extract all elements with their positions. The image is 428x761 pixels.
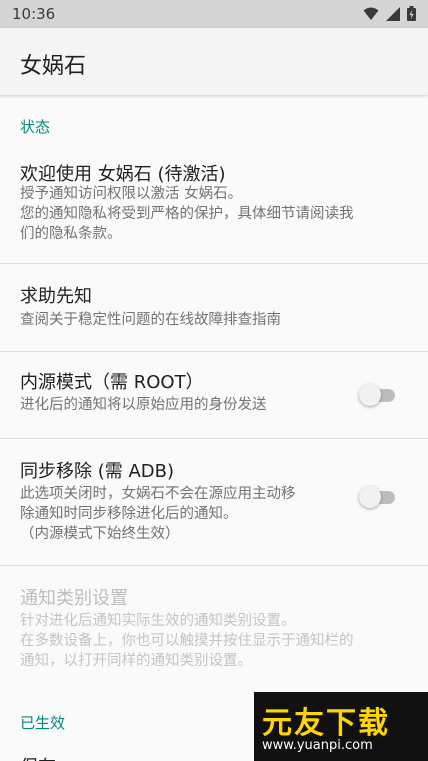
switch-thumb (359, 384, 381, 406)
pref-welcome-title: 欢迎使用 女娲石 (待激活) (20, 164, 226, 185)
pref-welcome-summary: 授予通知访问权限以激活 女娲石。 您的通知隐私将受到严格的保护，具体细节请阅读我… (20, 184, 398, 244)
category-active: 已生效 (20, 714, 66, 732)
summary-line: 除通知时同步移除进化后的通知。 (20, 506, 238, 522)
pref-channel-settings-title: 通知类别设置 (20, 588, 128, 609)
summary-line: 授予通知访问权限以激活 女娲石。 (20, 186, 243, 202)
summary-line: 您的通知隐私将受到严格的保护，具体细节请阅读我 (20, 206, 354, 222)
switch-thumb (359, 486, 381, 508)
pref-sync-remove-summary: 此选项关闭时，女娲石不会在源应用主动移 除通知时同步移除进化后的通知。 （内源模… (20, 484, 350, 544)
pref-inner-mode[interactable]: 内源模式（需 ROOT） 进化后的通知将以原始应用的身份发送 (0, 352, 428, 438)
category-status: 状态 (20, 118, 51, 136)
wifi-icon (363, 7, 379, 20)
app-bar: 女娲石 (0, 28, 428, 95)
pref-help-summary: 查阅关于稳定性问题的在线故障排查指南 (20, 312, 281, 328)
app-title: 女娲石 (20, 54, 87, 79)
inner-mode-toggle[interactable] (359, 384, 395, 406)
pref-channel-settings-summary: 针对进化后通知实际生效的通知类别设置。 在多数设备上，你也可以触摸并按住显示于通… (20, 611, 398, 671)
summary-line: （内源模式下始终生效） (20, 526, 180, 542)
status-bar: 10:36 (0, 0, 428, 28)
summary-line: 此选项关闭时，女娲石不会在源应用主动移 (20, 486, 296, 502)
sync-remove-toggle[interactable] (359, 486, 395, 508)
pref-channel-settings[interactable]: 通知类别设置 针对进化后通知实际生效的通知类别设置。 在多数设备上，你也可以触摸… (0, 566, 428, 684)
signal-icon (386, 6, 400, 21)
watermark-url: www.yuanpi.com (262, 738, 373, 753)
watermark: 元友下载 www.yuanpi.com (254, 692, 428, 761)
watermark-logo: 元友下载 (262, 706, 390, 741)
summary-line: 通知，以打开同样的通知类别设置。 (20, 653, 252, 669)
pref-help[interactable]: 求助先知 查阅关于稳定性问题的在线故障排查指南 (0, 264, 428, 351)
pref-welcome[interactable]: 欢迎使用 女娲石 (待激活) 授予通知访问权限以激活 女娲石。 您的通知隐私将受… (0, 143, 428, 263)
pref-inner-mode-title: 内源模式（需 ROOT） (20, 372, 204, 393)
summary-line: 在多数设备上，你也可以触摸并按住显示于通知栏的 (20, 633, 354, 649)
pref-inner-mode-summary: 进化后的通知将以原始应用的身份发送 (20, 397, 267, 413)
settings-list[interactable]: 状态 欢迎使用 女娲石 (待激活) 授予通知访问权限以激活 女娲石。 您的通知隐… (0, 95, 428, 761)
status-icons (363, 6, 416, 21)
pref-help-title: 求助先知 (20, 286, 92, 307)
pref-sync-remove-title: 同步移除 (需 ADB) (20, 461, 175, 482)
pref-sync-remove[interactable]: 同步移除 (需 ADB) 此选项关闭时，女娲石不会在源应用主动移 除通知时同步移… (0, 439, 428, 565)
summary-line: 针对进化后通知实际生效的通知类别设置。 (20, 613, 296, 629)
summary-line: 们的隐私条款。 (20, 226, 122, 242)
pref-partial-title: 保存 (20, 753, 56, 761)
status-time: 10:36 (12, 5, 56, 23)
battery-icon (407, 6, 416, 21)
